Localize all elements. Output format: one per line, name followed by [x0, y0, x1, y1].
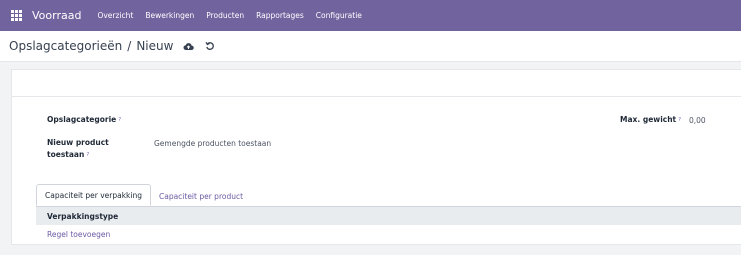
notebook-tabs: Capaciteit per verpakking Capaciteit per… — [36, 184, 251, 206]
form-sheet: Opslagcategorie? Max. gewicht? 0,00 Nieu… — [11, 69, 741, 245]
menu-producten[interactable]: Producten — [206, 11, 244, 20]
help-tooltip-icon[interactable]: ? — [678, 117, 681, 123]
menu-configuratie[interactable]: Configuratie — [316, 11, 362, 20]
allow-new-product-label: Nieuw product toestaan? — [47, 137, 109, 161]
breadcrumb: Opslagcategorieën / Nieuw — [9, 39, 215, 53]
storage-category-input[interactable] — [152, 124, 452, 125]
add-line-button[interactable]: Regel toevoegen — [47, 230, 110, 239]
column-header-package-type[interactable]: Verpakkingstype — [47, 212, 118, 221]
breadcrumb-current: Nieuw — [136, 39, 174, 53]
form-statusbar — [12, 70, 741, 97]
menu-bewerkingen[interactable]: Bewerkingen — [145, 11, 194, 20]
apps-grid-icon[interactable] — [11, 10, 22, 21]
max-weight-input[interactable]: 0,00 — [689, 115, 706, 127]
help-tooltip-icon[interactable]: ? — [118, 117, 121, 123]
max-weight-label: Max. gewicht? — [620, 114, 681, 126]
breadcrumb-parent[interactable]: Opslagcategorieën — [9, 39, 122, 53]
menu-overzicht[interactable]: Overzicht — [97, 11, 133, 20]
menu-rapportages[interactable]: Rapportages — [256, 11, 304, 20]
content-area: Opslagcategorie? Max. gewicht? 0,00 Nieu… — [0, 62, 741, 255]
table-header: Verpakkingstype — [36, 207, 741, 225]
top-navbar: Voorraad Overzicht Bewerkingen Producten… — [0, 0, 741, 31]
app-name[interactable]: Voorraad — [32, 9, 81, 22]
max-weight-label-text: Max. gewicht — [620, 115, 677, 124]
storage-category-label-text: Opslagcategorie — [47, 115, 117, 124]
allow-new-product-label-line1: Nieuw product — [47, 138, 109, 147]
storage-category-label: Opslagcategorie? — [47, 114, 121, 126]
discard-icon[interactable] — [204, 41, 215, 52]
tab-capacity-per-package[interactable]: Capaciteit per verpakking — [36, 184, 151, 206]
allow-new-product-label-line2: toestaan — [47, 150, 85, 159]
cloud-upload-icon[interactable] — [183, 41, 195, 52]
control-panel: Opslagcategorieën / Nieuw — [0, 31, 741, 62]
table-row: Regel toevoegen — [36, 225, 741, 245]
tab-capacity-per-product[interactable]: Capaciteit per product — [151, 186, 251, 206]
help-tooltip-icon[interactable]: ? — [86, 152, 89, 158]
breadcrumb-separator: / — [127, 39, 132, 53]
allow-new-product-select[interactable]: Gemengde producten toestaan — [154, 138, 271, 150]
